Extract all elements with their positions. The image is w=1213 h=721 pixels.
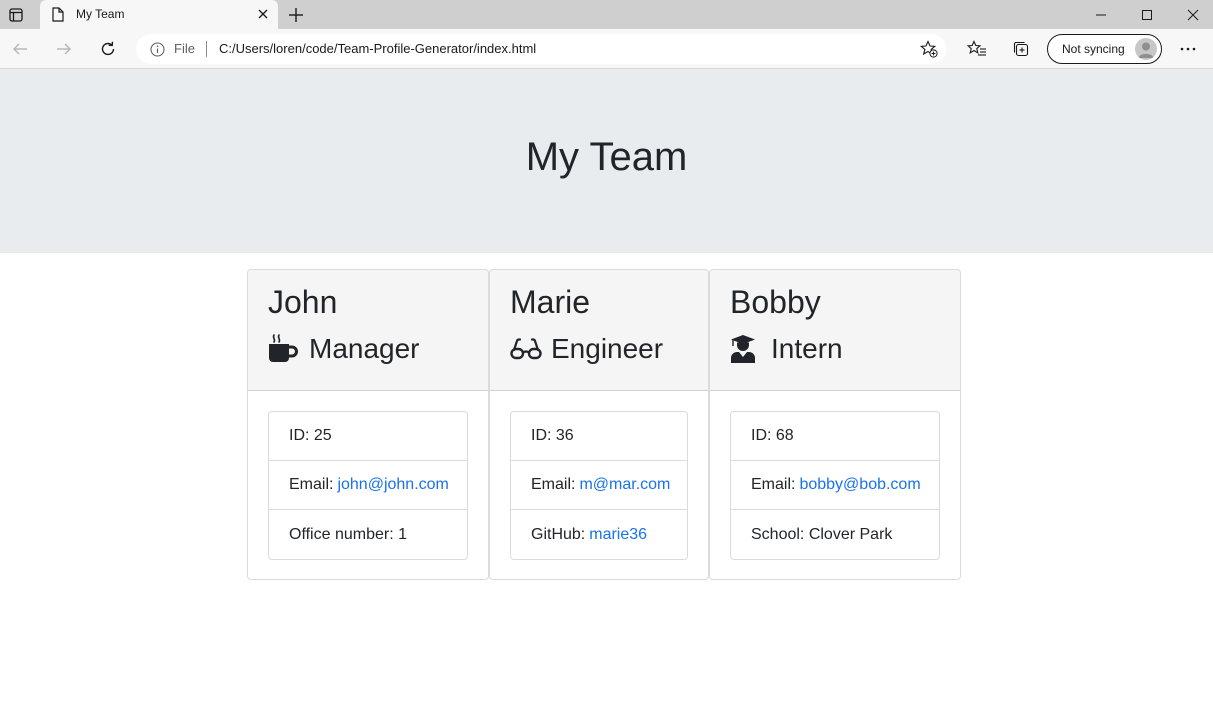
github-label: GitHub: [531, 525, 586, 543]
tab-title: My Team [76, 7, 125, 21]
back-button[interactable] [8, 37, 32, 61]
browser-toolbar: File C:/Users/loren/code/Team-Profile-Ge… [0, 29, 1213, 69]
tab-actions-button[interactable] [0, 0, 32, 29]
mug-icon [268, 333, 300, 365]
refresh-button[interactable] [96, 37, 120, 61]
favorites-icon [967, 40, 986, 56]
employee-id: ID: 25 [269, 412, 467, 461]
email-label: Email: [531, 476, 576, 493]
employee-github: GitHub: marie36 [511, 510, 687, 559]
graduate-icon [730, 333, 762, 365]
email-link[interactable]: bobby@bob.com [799, 476, 920, 494]
minimize-button[interactable] [1078, 0, 1124, 29]
card-header: John Manager [248, 270, 488, 391]
forward-button[interactable] [52, 37, 76, 61]
profile-button[interactable]: Not syncing [1047, 34, 1162, 64]
tab-strip: My Team [0, 0, 1213, 29]
maximize-button[interactable] [1124, 0, 1170, 29]
new-tab-icon[interactable] [286, 5, 306, 25]
employee-name: Bobby [730, 284, 821, 320]
avatar-icon [1135, 38, 1157, 60]
card-header: Marie Engineer [490, 270, 708, 391]
refresh-icon [101, 41, 115, 56]
page-title: My Team [525, 135, 688, 179]
close-tab-icon[interactable] [256, 7, 270, 21]
employee-id: ID: 68 [731, 412, 939, 461]
employee-card-bobby: Bobby Intern ID: 68 Email: bobby@bob.com… [709, 269, 961, 580]
employee-details: ID: 68 Email: bobby@bob.com School: Clov… [730, 411, 940, 560]
url-text[interactable]: C:/Users/loren/code/Team-Profile-Generat… [219, 41, 536, 56]
glasses-icon [510, 333, 542, 365]
role-label: Engineer [551, 333, 664, 364]
employee-role: Manager [268, 333, 420, 365]
github-link[interactable]: marie36 [589, 526, 647, 544]
info-icon[interactable] [150, 42, 165, 57]
more-options-button[interactable] [1177, 38, 1199, 60]
employee-card-john: John Manager ID: 25 Email: john@john.com… [247, 269, 489, 580]
email-label: Email: [289, 476, 334, 493]
favorites-button[interactable] [966, 38, 988, 60]
add-favorite-icon[interactable] [920, 40, 938, 58]
employee-school: School: Clover Park [731, 510, 939, 559]
employee-role: Engineer [510, 333, 663, 365]
employee-id-text: ID: 25 [289, 427, 332, 444]
role-label: Intern [771, 333, 843, 364]
email-link[interactable]: m@mar.com [579, 476, 670, 494]
collections-button[interactable] [1010, 38, 1032, 60]
close-window-button[interactable] [1170, 0, 1213, 29]
close-icon [1187, 9, 1199, 20]
employee-name: John [268, 284, 338, 320]
employee-email: Email: john@john.com [269, 461, 467, 510]
arrow-left-icon [13, 43, 27, 55]
sync-status-label: Not syncing [1062, 42, 1125, 56]
address-bar[interactable]: File C:/Users/loren/code/Team-Profile-Ge… [136, 34, 946, 64]
employee-id-text: ID: 36 [531, 427, 574, 444]
card-header: Bobby Intern [710, 270, 960, 391]
employee-details: ID: 36 Email: m@mar.com GitHub: marie36 [510, 411, 688, 560]
employee-id: ID: 36 [511, 412, 687, 461]
page-icon [52, 7, 64, 22]
minimize-icon [1096, 14, 1106, 15]
maximize-icon [1142, 9, 1152, 20]
arrow-right-icon [57, 43, 71, 55]
role-label: Manager [309, 333, 420, 364]
employee-name: Marie [510, 284, 591, 320]
employee-office-number: Office number: 1 [269, 510, 467, 559]
page-header: My Team [0, 69, 1213, 253]
email-label: Email: [751, 476, 796, 493]
address-prefix: File [174, 41, 195, 56]
school-text: School: Clover Park [751, 525, 893, 543]
email-link[interactable]: john@john.com [337, 476, 448, 494]
employee-email: Email: bobby@bob.com [731, 461, 939, 510]
employee-role: Intern [730, 333, 843, 365]
employee-email: Email: m@mar.com [511, 461, 687, 510]
collections-icon [1013, 41, 1029, 57]
employee-card-marie: Marie Engineer ID: 36 Email: m@mar.com G… [489, 269, 709, 580]
browser-tab[interactable]: My Team [40, 0, 278, 29]
tab-actions-icon [9, 7, 23, 22]
employee-id-text: ID: 68 [751, 427, 794, 444]
office-number-text: Office number: 1 [289, 525, 407, 543]
address-separator [206, 41, 207, 57]
more-icon [1180, 47, 1196, 51]
employee-details: ID: 25 Email: john@john.com Office numbe… [268, 411, 468, 560]
